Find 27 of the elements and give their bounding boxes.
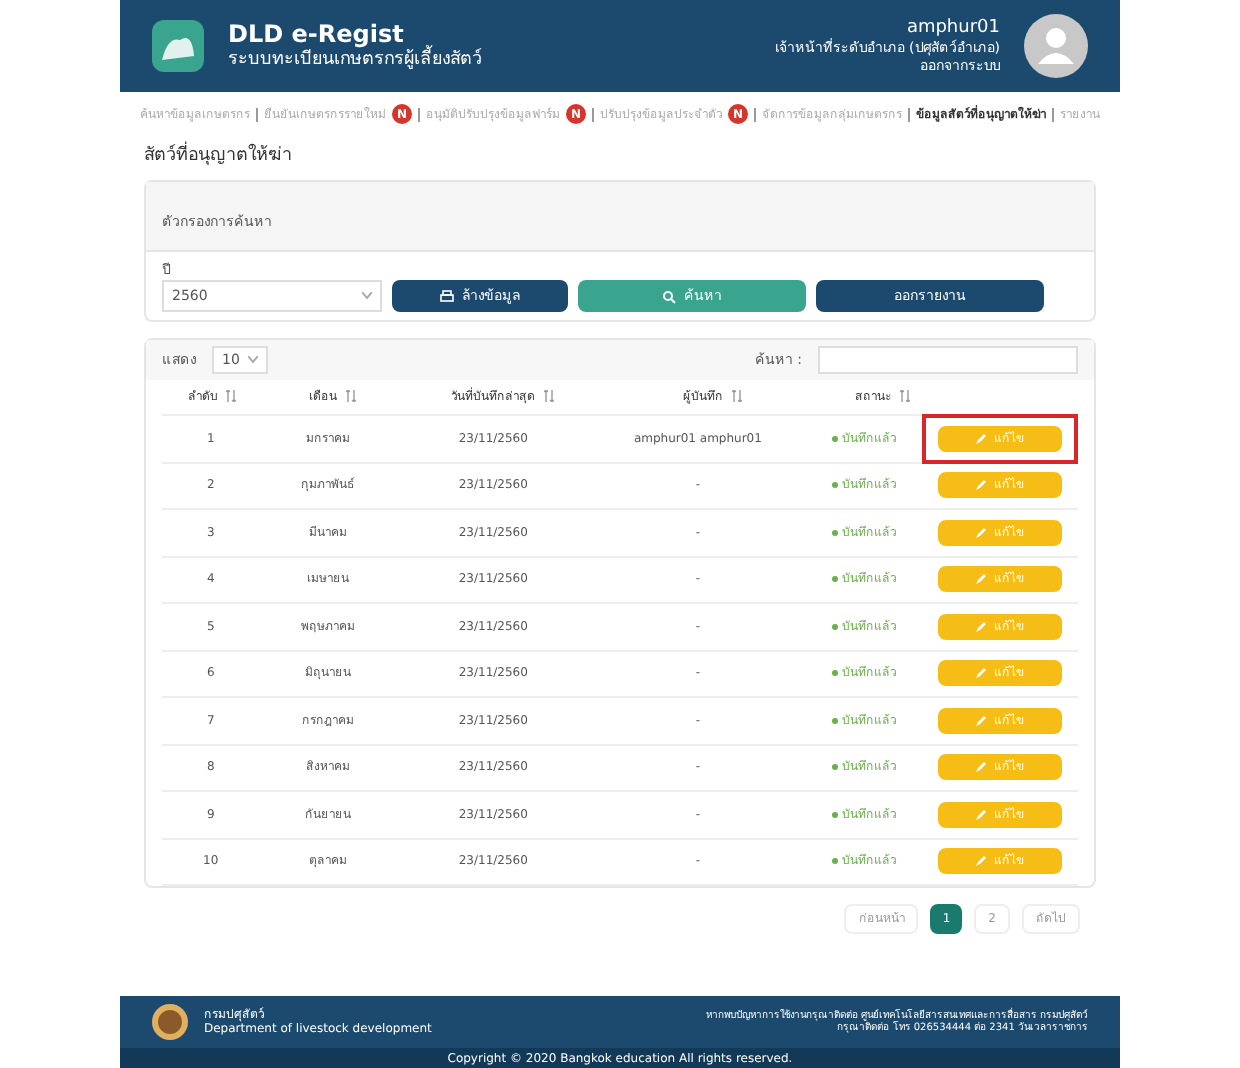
emblem-icon [152, 1004, 188, 1040]
avatar-icon [1024, 14, 1088, 78]
pencil-icon [976, 621, 986, 632]
app-title: DLD e-Regist [228, 19, 404, 48]
sort-icon [731, 390, 741, 403]
pencil-icon [976, 856, 986, 867]
search-field[interactable] [818, 346, 1078, 374]
sort-icon [543, 390, 553, 403]
pencil-icon [976, 809, 986, 820]
app-subtitle: ระบบทะเบียนเกษตรกรผู้เลี้ยงสัตว์ [228, 49, 482, 73]
username: amphur01 [906, 17, 1000, 39]
chevron-down-icon [362, 292, 372, 300]
pencil-icon [976, 668, 986, 679]
printer-icon [440, 289, 454, 303]
page-title: สัตว์ที่อนุญาตให้ฆ่า [144, 144, 1096, 171]
sort-icon [226, 390, 236, 403]
logo-icon [152, 20, 204, 72]
pencil-icon [976, 480, 986, 491]
sort-icon [899, 390, 909, 403]
search-icon [662, 289, 676, 303]
sort-icon [345, 390, 355, 403]
pencil-icon [976, 574, 986, 585]
chevron-down-icon [248, 356, 258, 364]
pencil-icon [976, 433, 986, 444]
pencil-icon [976, 527, 986, 538]
pencil-icon [976, 715, 986, 726]
pencil-icon [976, 762, 986, 773]
